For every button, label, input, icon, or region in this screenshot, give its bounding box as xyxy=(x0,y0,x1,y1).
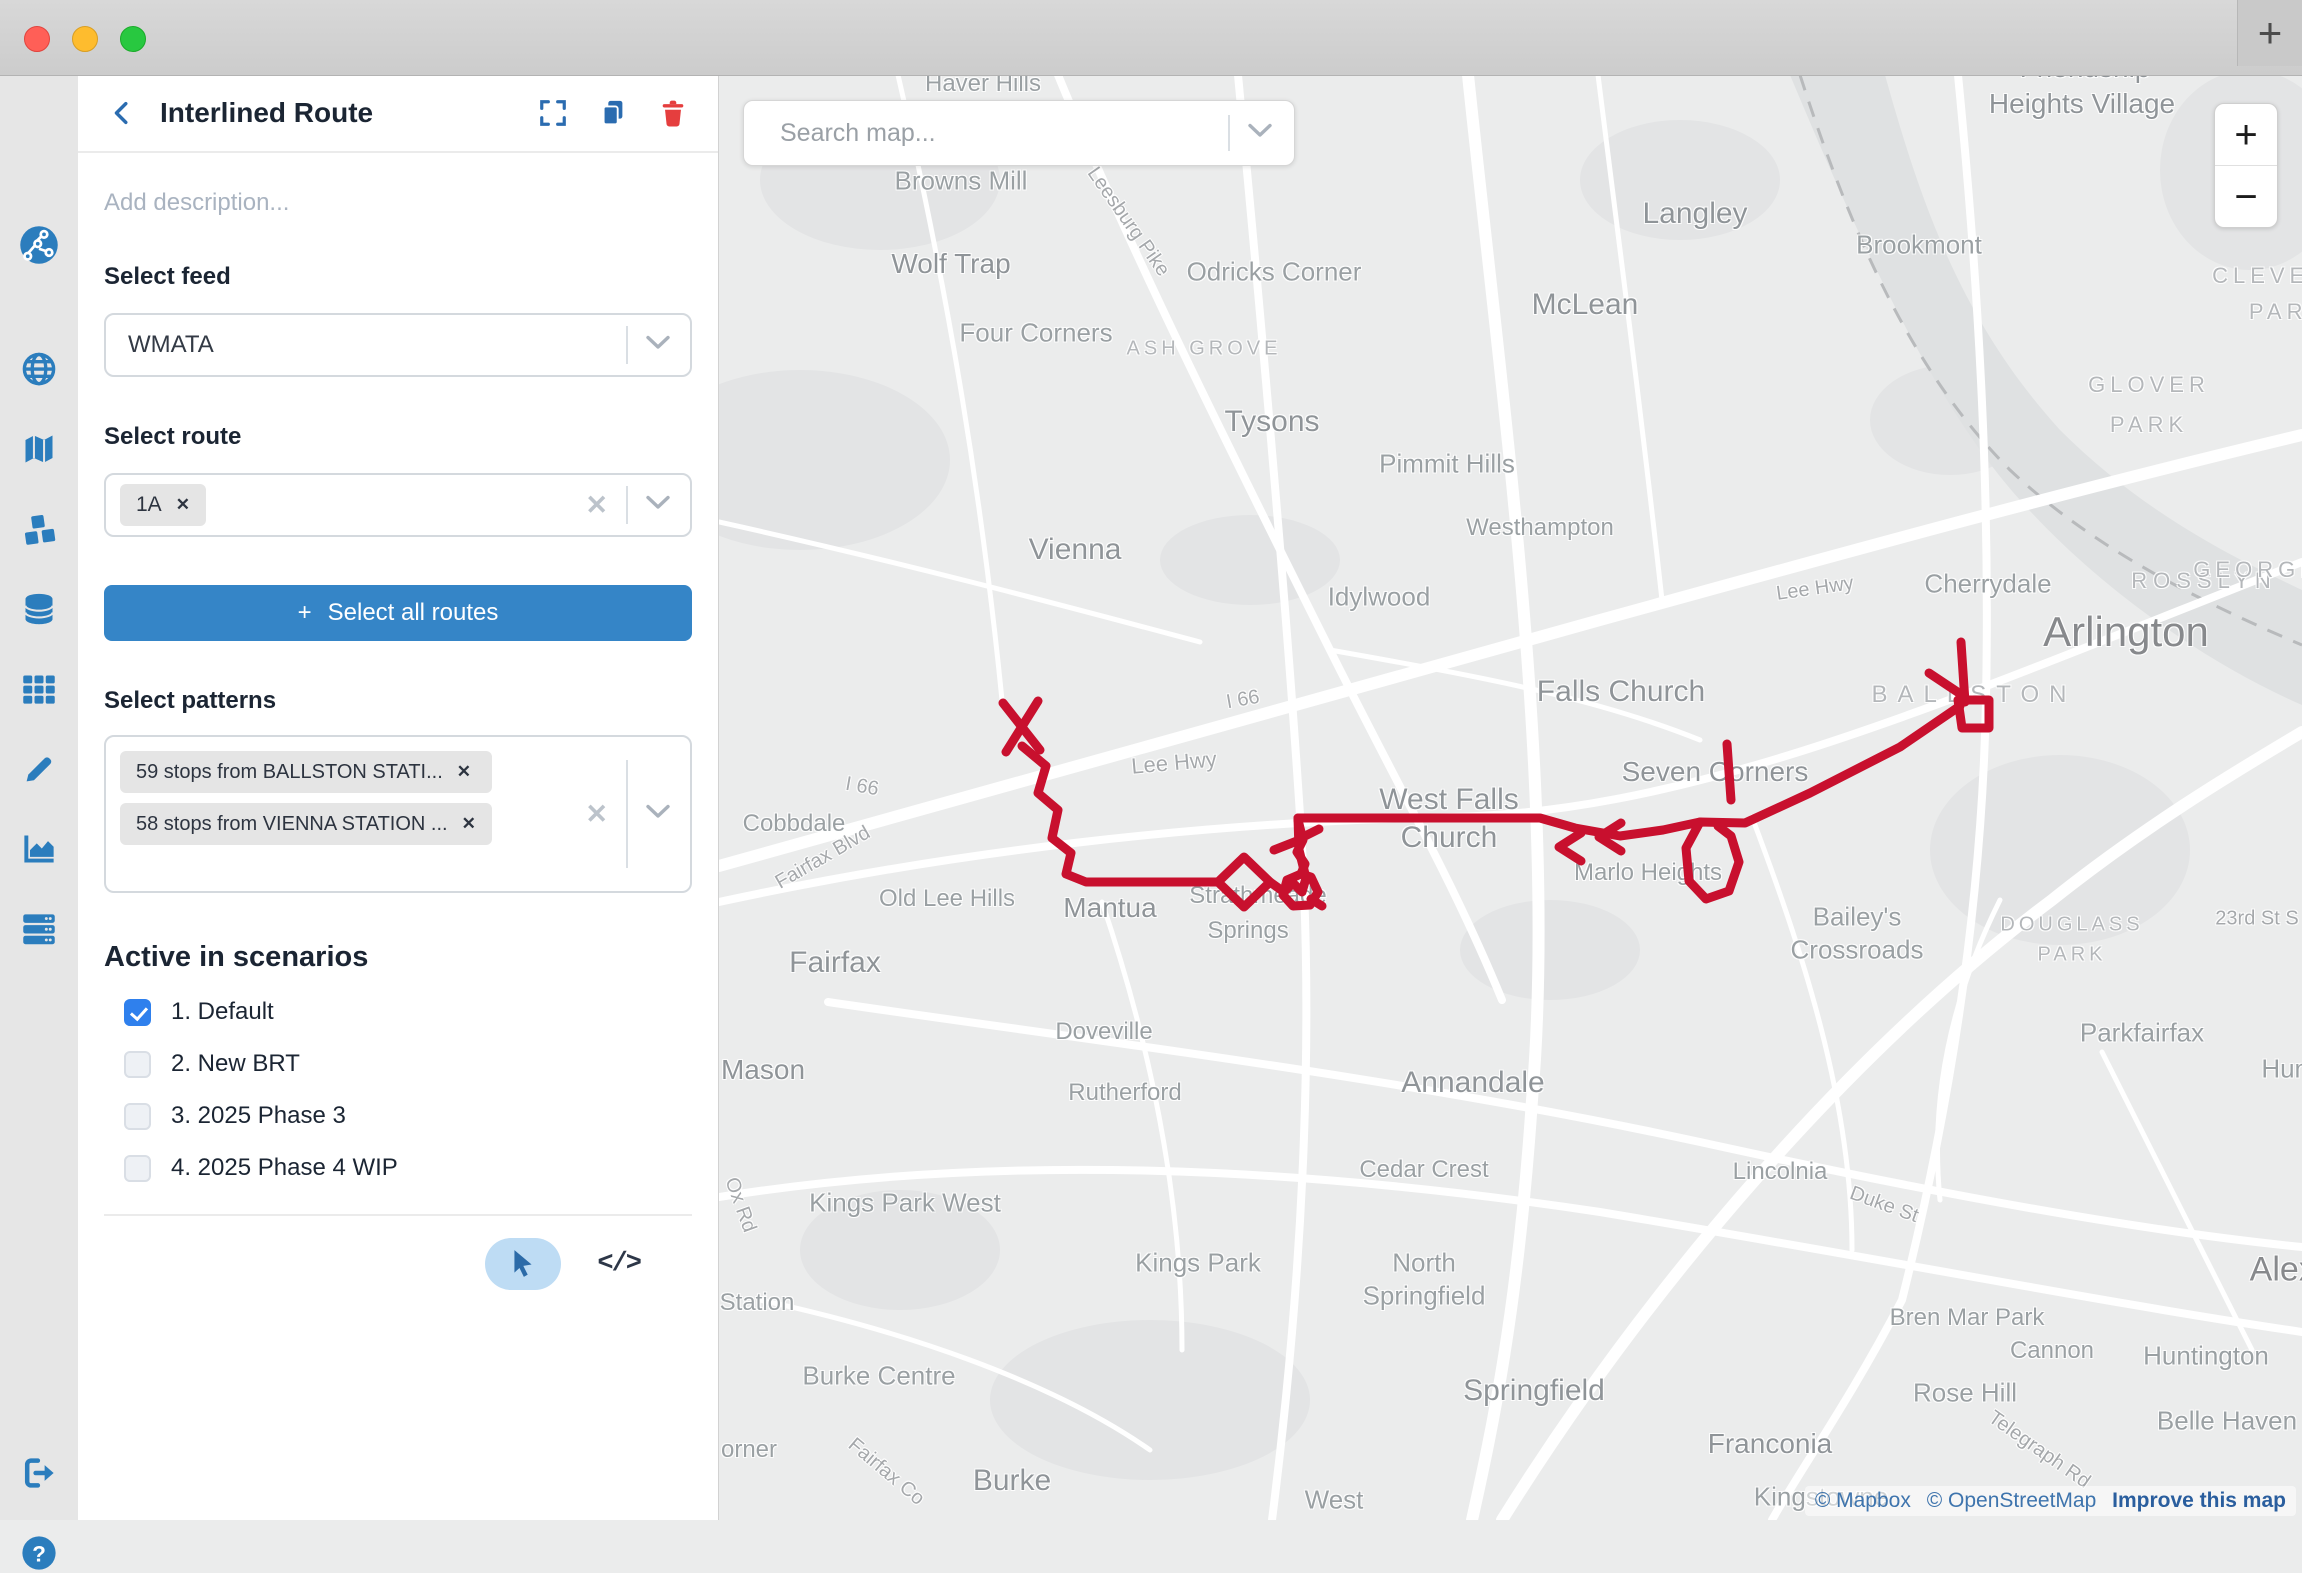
sidebar-item-map[interactable] xyxy=(19,429,59,469)
scenario-checkbox-row[interactable]: 1. Default xyxy=(104,998,692,1026)
feed-select[interactable]: WMATA xyxy=(104,313,692,377)
route-chip-label: 1A xyxy=(136,493,162,517)
route-segment xyxy=(1297,820,1305,874)
route-segment xyxy=(1727,744,1731,800)
back-button[interactable] xyxy=(108,98,138,128)
pattern-chip-label: 58 stops from VIENNA STATION ... xyxy=(136,813,448,836)
sidebar-item-regions[interactable] xyxy=(19,349,59,389)
sidebar-item-edit[interactable] xyxy=(19,749,59,789)
window-close-button[interactable] xyxy=(24,26,50,52)
sidebar-item-analysis-chart[interactable] xyxy=(19,829,59,869)
feed-select-value: WMATA xyxy=(106,331,626,359)
scenario-checkbox-row[interactable]: 2. New BRT xyxy=(104,1050,692,1078)
select-patterns-label: Select patterns xyxy=(104,687,692,715)
delete-trash-icon[interactable] xyxy=(658,98,688,128)
divider xyxy=(626,760,628,868)
chip-remove-icon[interactable]: ✕ xyxy=(462,814,476,834)
divider xyxy=(626,326,628,363)
scenario-label: 2. New BRT xyxy=(171,1050,300,1078)
modification-panel: Interlined Route Add description... Sele… xyxy=(78,75,719,1520)
route-segment xyxy=(1958,700,1989,728)
sidebar-item-database[interactable] xyxy=(19,589,59,629)
page-title: Interlined Route xyxy=(160,97,538,129)
scenario-checkbox-row[interactable]: 3. 2025 Phase 3 xyxy=(104,1102,692,1130)
zoom-out-button[interactable]: − xyxy=(2215,166,2277,227)
new-tab-button[interactable]: + xyxy=(2237,0,2302,66)
divider xyxy=(104,1214,692,1216)
select-feed-label: Select feed xyxy=(104,263,692,291)
divider xyxy=(1228,115,1230,151)
panel-header: Interlined Route xyxy=(78,75,718,153)
map-search-box[interactable] xyxy=(743,100,1295,166)
chip-remove-icon[interactable]: ✕ xyxy=(176,495,190,515)
zoom-in-button[interactable]: + xyxy=(2215,104,2277,165)
cursor-icon xyxy=(510,1249,536,1279)
mapbox-link[interactable]: © Mapbox xyxy=(1815,1489,1911,1512)
route-select[interactable]: 1A ✕ ✕ xyxy=(104,473,692,537)
improve-map-link[interactable]: Improve this map xyxy=(2112,1489,2286,1512)
checkbox-unchecked[interactable] xyxy=(124,1103,151,1130)
pattern-chip-label: 59 stops from BALLSTON STATI... xyxy=(136,761,443,784)
route-segment xyxy=(1311,899,1322,906)
checkbox-unchecked[interactable] xyxy=(124,1155,151,1182)
copy-icon[interactable] xyxy=(598,98,628,128)
select-all-routes-button[interactable]: + Select all routes xyxy=(104,585,692,641)
scenario-label: 1. Default xyxy=(171,998,274,1026)
select-all-routes-label: Select all routes xyxy=(328,599,499,627)
patterns-select[interactable]: 59 stops from BALLSTON STATI... ✕ 58 sto… xyxy=(104,735,692,893)
route-segment xyxy=(1298,706,1960,836)
route-segment xyxy=(1559,833,1581,861)
window-minimize-button[interactable] xyxy=(72,26,98,52)
conveyal-logo-icon xyxy=(19,225,59,265)
scenario-label: 3. 2025 Phase 3 xyxy=(171,1102,346,1130)
scenario-label: 4. 2025 Phase 4 WIP xyxy=(171,1154,398,1182)
clear-selection-icon[interactable]: ✕ xyxy=(567,799,626,830)
scenario-checkbox-row[interactable]: 4. 2025 Phase 4 WIP xyxy=(104,1154,692,1182)
route-segment xyxy=(1274,841,1297,850)
sidebar-rail: ? xyxy=(0,75,79,1520)
checkbox-unchecked[interactable] xyxy=(124,1051,151,1078)
sidebar-item-network-cubes[interactable] xyxy=(19,509,59,549)
sidebar-item-grid[interactable] xyxy=(19,669,59,709)
map-zoom-control: + − xyxy=(2214,103,2278,228)
route-segment xyxy=(1022,746,1218,882)
route-chip: 1A ✕ xyxy=(120,484,206,526)
divider xyxy=(626,486,628,523)
plus-icon: + xyxy=(298,599,312,627)
chip-remove-icon[interactable]: ✕ xyxy=(457,762,471,782)
checkbox-checked[interactable] xyxy=(124,999,151,1026)
fit-bounds-icon[interactable] xyxy=(538,98,568,128)
chevron-down-icon[interactable] xyxy=(646,335,670,355)
openstreetmap-link[interactable]: © OpenStreetMap xyxy=(1927,1489,2097,1512)
pattern-chip: 59 stops from BALLSTON STATI... ✕ xyxy=(120,751,492,793)
window-title-bar: + xyxy=(0,0,2302,76)
route-segment xyxy=(1303,829,1319,837)
route-overlay xyxy=(719,75,2302,1520)
scenarios-heading: Active in scenarios xyxy=(104,941,692,974)
chevron-down-icon[interactable] xyxy=(646,804,670,824)
search-input[interactable] xyxy=(744,118,1228,149)
map-attribution: © Mapbox © OpenStreetMap Improve this ma… xyxy=(1805,1486,2296,1516)
pattern-chip: 58 stops from VIENNA STATION ... ✕ xyxy=(120,803,492,845)
map-canvas[interactable]: Haver HillsBrowns MillLeesburg PikeWolf … xyxy=(719,75,2302,1520)
code-view-button[interactable]: </> xyxy=(591,1248,646,1280)
description-placeholder[interactable]: Add description... xyxy=(104,189,692,217)
help-icon[interactable]: ? xyxy=(19,1533,59,1573)
window-zoom-button[interactable] xyxy=(120,26,146,52)
clear-selection-icon[interactable]: ✕ xyxy=(567,490,626,521)
route-segment xyxy=(1218,857,1270,907)
sidebar-item-resources-server[interactable] xyxy=(19,909,59,949)
chevron-down-icon[interactable] xyxy=(1248,123,1272,143)
svg-text:?: ? xyxy=(32,1541,46,1566)
sign-out-icon[interactable] xyxy=(19,1453,59,1493)
chevron-down-icon[interactable] xyxy=(646,495,670,515)
route-segment xyxy=(1929,673,1959,693)
map-cursor-tool-button[interactable] xyxy=(485,1238,561,1290)
select-route-label: Select route xyxy=(104,423,692,451)
route-segment xyxy=(1686,822,1739,899)
